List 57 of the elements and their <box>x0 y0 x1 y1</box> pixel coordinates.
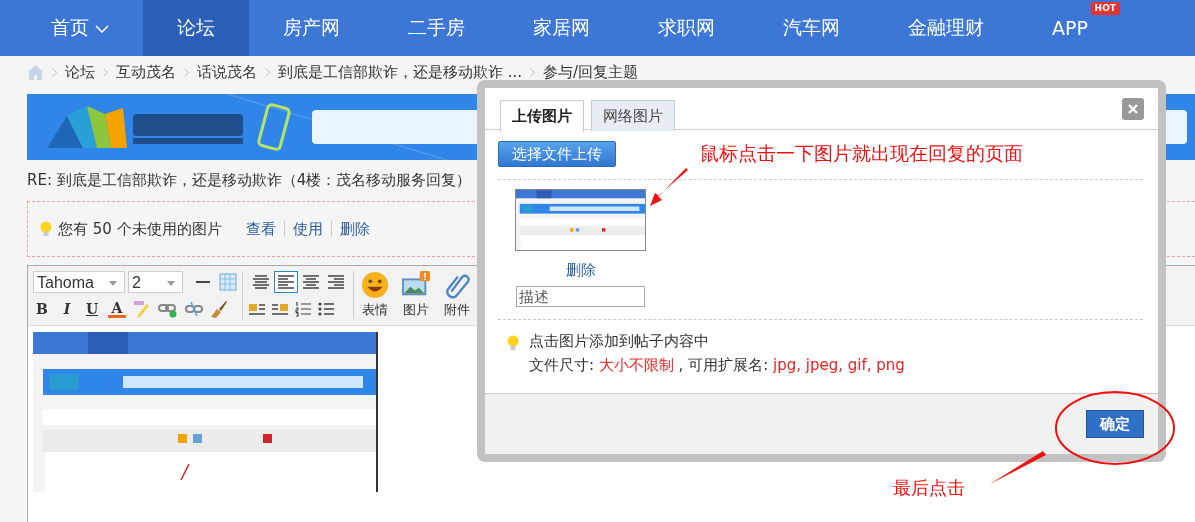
nav-tab[interactable]: 求职网 <box>624 0 749 56</box>
annotation-text: 最后点击 <box>893 476 965 500</box>
breadcrumb-link[interactable]: 话说茂名 <box>197 64 257 81</box>
chevron-icon <box>103 68 108 77</box>
post-title: RE: 到底是工信部欺诈，还是移动欺诈（4楼：茂名移动服务回复） <box>27 170 472 191</box>
description-field[interactable]: 描述 <box>516 286 645 307</box>
breadcrumb-link[interactable]: 参与/回复主题 <box>543 64 639 81</box>
confirm-button[interactable]: 确定 <box>1086 410 1144 438</box>
nav-tab[interactable]: 论坛 <box>143 0 249 56</box>
nav-tab[interactable]: 房产网 <box>249 0 374 56</box>
breadcrumb-link[interactable]: 论坛 <box>65 64 95 81</box>
dropdown-arrow-icon <box>167 281 175 286</box>
toolbar-button[interactable]: 附件 <box>442 271 472 319</box>
nav-tab[interactable]: 汽车网 <box>749 0 874 56</box>
chevron-icon <box>530 68 536 77</box>
notice-text: 您有 50 个未使用的图片 <box>58 219 222 239</box>
bullet-list-icon[interactable] <box>318 301 334 317</box>
close-icon <box>1128 104 1138 114</box>
brush-icon[interactable] <box>210 300 228 318</box>
lightbulb-icon <box>507 335 519 351</box>
dropdown-arrow-icon <box>109 281 117 286</box>
delete-link[interactable]: 删除 <box>565 261 596 280</box>
arrow <box>990 451 1046 484</box>
nav-tab[interactable]: 家居网 <box>499 0 624 56</box>
notice-link[interactable]: 查看 <box>237 221 284 237</box>
nav-tab[interactable]: 二手房 <box>374 0 499 56</box>
numbered-list-icon[interactable] <box>295 301 311 317</box>
align-button[interactable] <box>274 271 298 293</box>
unlink-icon[interactable] <box>185 300 203 318</box>
float-right-icon[interactable] <box>272 301 288 317</box>
annotation-text: 鼠标点击一下图片就出现在回复的页面 <box>700 141 1023 166</box>
notice-link[interactable]: 删除 <box>330 221 378 237</box>
notice-link[interactable]: 使用 <box>283 221 331 237</box>
dialog-tab[interactable]: 网络图片 <box>591 100 675 131</box>
chevron-icon <box>265 68 270 77</box>
arrow <box>650 168 688 206</box>
nav-tab[interactable]: 金融理财 <box>874 0 1018 56</box>
dialog-tab[interactable]: 上传图片 <box>500 100 584 132</box>
nav-tab[interactable]: APP HOT <box>1018 0 1122 56</box>
font-select[interactable]: Tahoma <box>33 271 125 293</box>
format-button[interactable]: B <box>33 301 51 317</box>
chevron-icon <box>52 68 57 77</box>
format-button[interactable]: U <box>83 301 101 317</box>
hot-badge: HOT <box>1090 2 1120 15</box>
nav-tab[interactable]: 首页 <box>17 0 143 56</box>
format-button[interactable]: I <box>58 301 76 317</box>
lightbulb-icon <box>40 221 52 237</box>
file-size-tip: 文件尺寸: 大小不限制 , 可用扩展名: jpg, jpeg, gif, png <box>529 356 905 375</box>
close-button[interactable] <box>1122 98 1144 120</box>
breadcrumb-link[interactable]: 到底是工信部欺诈，还是移动欺诈 ... <box>278 64 523 81</box>
float-left-icon[interactable] <box>249 301 265 317</box>
chevron-icon <box>184 68 189 77</box>
size-select[interactable]: 2 <box>128 271 183 293</box>
breadcrumb-link[interactable]: 互动茂名 <box>116 64 176 81</box>
toolbar-button[interactable]: 图片 <box>400 271 432 319</box>
tip-text: 点击图片添加到帖子内容中 <box>529 332 710 351</box>
format-button[interactable]: A <box>108 300 126 318</box>
